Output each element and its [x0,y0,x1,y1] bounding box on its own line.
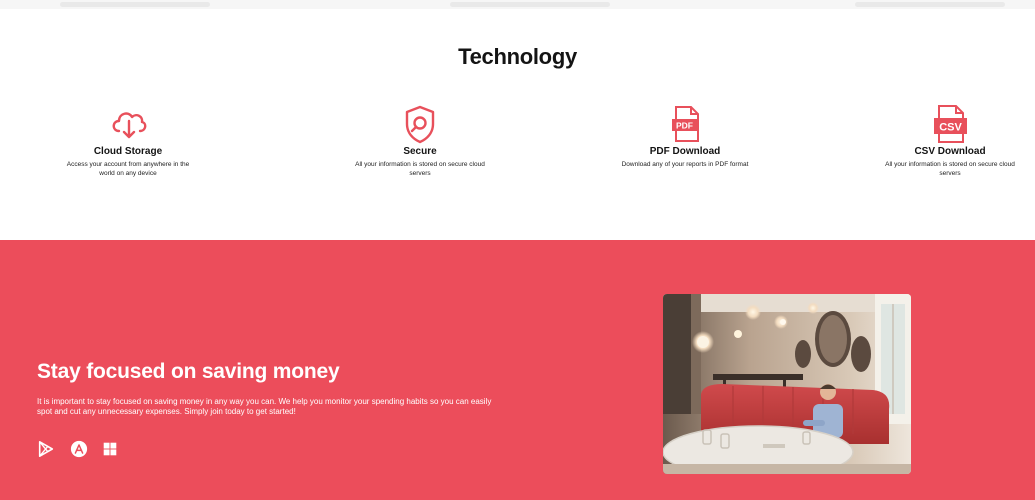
google-play-icon[interactable] [37,440,55,458]
card-shadow [60,2,210,7]
cloud-download-icon [112,112,147,139]
promo-heading: Stay focused on saving money [37,360,340,383]
svg-text:PDF: PDF [676,121,693,131]
feature-title: Cloud Storage [93,146,163,157]
feature-cloud-storage: Cloud Storage Access your account from a… [48,104,208,178]
technology-title: Technology [458,44,577,69]
svg-text:CSV: CSV [939,122,962,134]
feature-title: Secure [403,146,437,157]
feature-csv-download: CSV CSV Download All your information is… [870,104,1030,178]
feature-description: All your information is stored on secure… [355,161,485,177]
restaurant-photo [663,294,911,474]
card-shadow [855,2,1005,7]
card-shadow [450,2,610,7]
feature-description: Download any of your reports in PDF form… [621,161,749,168]
pdf-file-icon: PDF [672,106,699,142]
promo-section: Stay focused on saving money It is impor… [0,240,1035,500]
csv-file-icon: CSV [934,105,967,143]
feature-description: All your information is stored on secure… [885,161,1015,177]
windows-store-icon[interactable] [101,440,119,458]
feature-description: Access your account from anywhere in the… [66,161,190,177]
feature-title: CSV Download [914,146,986,157]
photo-illustration [663,294,911,474]
feature-secure: Secure All your information is stored on… [340,104,500,178]
feature-title: PDF Download [649,146,721,157]
top-strip [0,0,1035,9]
shield-lock-icon [405,105,435,144]
promo-text: It is important to stay focused on savin… [37,397,492,416]
feature-pdf-download: PDF PDF Download Download any of your re… [605,104,765,170]
app-store-icon[interactable] [70,440,88,458]
